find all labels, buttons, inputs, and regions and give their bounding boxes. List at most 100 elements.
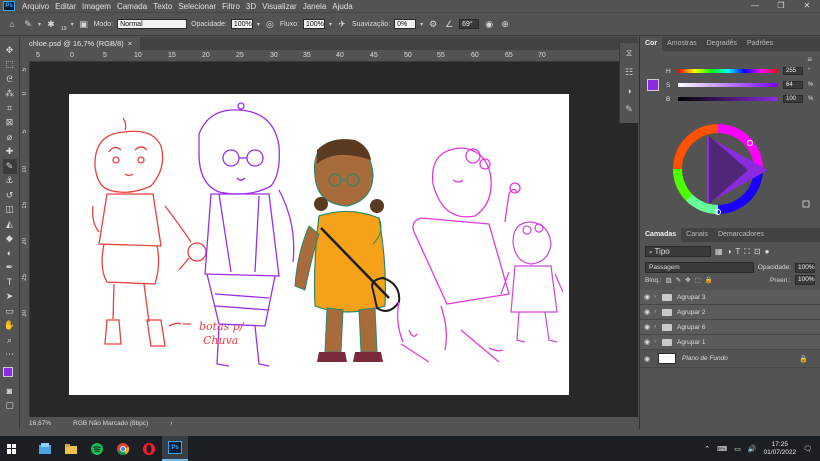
tab-cor[interactable]: Cor	[640, 37, 663, 51]
tab-camadas[interactable]: Camadas	[640, 228, 682, 242]
type-tool-icon[interactable]: T	[3, 275, 17, 290]
properties-panel-icon[interactable]: ☷	[625, 67, 633, 78]
fill-field[interactable]: 100%	[795, 275, 815, 285]
filter-adjustment-icon[interactable]: ◑	[727, 247, 732, 256]
foreground-color[interactable]	[2, 367, 13, 377]
layer-background-row[interactable]: ◉ Plano de Fundo 🔒	[640, 350, 820, 368]
brush-settings-icon[interactable]: ▣	[78, 18, 90, 30]
status-arrow-icon[interactable]: ›	[170, 420, 172, 427]
dodge-tool-icon[interactable]: ◐	[3, 246, 17, 261]
minimize-button[interactable]: —	[742, 0, 768, 12]
opacity-field[interactable]: 100%	[230, 19, 253, 29]
tab-demarcadores[interactable]: Demarcadores	[713, 228, 769, 242]
canvas-workspace[interactable]: botas p/ Chuva	[30, 62, 638, 417]
document-tab[interactable]: chloe.psd @ 16,7% (RGB/8) ×	[21, 37, 141, 50]
brush-icon[interactable]: ✎	[22, 18, 34, 30]
chevron-right-icon[interactable]: ›	[654, 324, 662, 330]
tab-amostras[interactable]: Amostras	[662, 37, 702, 51]
chevron-down-icon[interactable]: ▾	[329, 21, 332, 28]
frame-tool-icon[interactable]: ⊠	[3, 116, 17, 131]
lock-pixels-icon[interactable]: ▨	[666, 276, 672, 284]
panel-menu-icon[interactable]: ≡	[807, 55, 812, 64]
menu-janela[interactable]: Janela	[300, 2, 330, 11]
zoom-tool-icon[interactable]: ⌕	[3, 333, 17, 348]
taskbar-file-explorer-icon[interactable]	[32, 436, 58, 461]
color-wheel[interactable]	[640, 109, 820, 229]
paint-bucket-tool-icon[interactable]: ◭	[3, 217, 17, 232]
more-tools-icon[interactable]: ⋯	[3, 348, 17, 363]
screen-mode-icon[interactable]: ▢	[3, 399, 17, 414]
visibility-eye-icon[interactable]: ◉	[640, 308, 654, 316]
saturation-value[interactable]: 64	[783, 81, 803, 89]
filter-toggle-icon[interactable]: ●	[765, 247, 770, 256]
color-foreground-swatch[interactable]	[647, 79, 659, 91]
flow-field[interactable]: 100%	[302, 19, 325, 29]
tray-volume-icon[interactable]: 🔊	[748, 445, 757, 453]
angle-field[interactable]: 69°	[459, 19, 480, 29]
magic-wand-tool-icon[interactable]: ⁂	[3, 87, 17, 102]
visibility-eye-icon[interactable]: ◉	[640, 293, 654, 301]
menu-editar[interactable]: Editar	[52, 2, 79, 11]
healing-brush-tool-icon[interactable]: ✚	[3, 145, 17, 160]
layer-group-row[interactable]: ◉ › Agrupar 1	[640, 335, 820, 350]
smoothing-options-icon[interactable]: ⚙	[427, 18, 439, 30]
menu-ajuda[interactable]: Ajuda	[329, 2, 355, 11]
tray-chevron-up-icon[interactable]: ⌃	[704, 445, 710, 453]
menu-imagem[interactable]: Imagem	[79, 2, 114, 11]
chevron-down-icon[interactable]: ▾	[38, 21, 41, 28]
zoom-level[interactable]: 16,67%	[29, 420, 51, 427]
pressure-size-icon[interactable]: ◉	[483, 18, 495, 30]
tab-canais[interactable]: Canais	[681, 228, 713, 242]
mode-select[interactable]: Normal	[117, 19, 188, 29]
lock-icon[interactable]: 🔒	[799, 355, 808, 363]
layer-group-row[interactable]: ◉ › Agrupar 6	[640, 320, 820, 335]
visibility-eye-icon[interactable]: ◉	[640, 338, 654, 346]
layer-filter-select[interactable]: ⌕ Tipo	[645, 246, 711, 257]
brush-panel-icon[interactable]: ✎	[625, 104, 633, 115]
tab-padroes[interactable]: Padrões	[742, 37, 778, 51]
taskbar-folder-icon[interactable]	[58, 436, 84, 461]
taskbar-opera-icon[interactable]	[136, 436, 162, 461]
adjustments-panel-icon[interactable]: ◑	[626, 86, 631, 96]
blend-mode-select[interactable]: Passagem	[645, 262, 754, 273]
hue-value[interactable]: 255	[783, 67, 803, 75]
eyedropper-tool-icon[interactable]: ⌀	[3, 130, 17, 145]
filter-pixel-icon[interactable]: ▦	[715, 247, 723, 256]
tray-keyboard-icon[interactable]: ⌨	[717, 445, 727, 453]
saturation-slider[interactable]	[678, 83, 778, 87]
clone-stamp-tool-icon[interactable]: ⚓	[3, 174, 17, 189]
color-swatches[interactable]	[2, 366, 18, 384]
marquee-tool-icon[interactable]: ⬚	[3, 58, 17, 73]
start-button[interactable]	[0, 436, 24, 461]
eraser-tool-icon[interactable]: ◫	[3, 203, 17, 218]
filter-type-icon[interactable]: T	[735, 247, 740, 256]
menu-selecionar[interactable]: Selecionar	[175, 2, 219, 11]
brightness-value[interactable]: 100	[783, 95, 803, 103]
airbrush-icon[interactable]: ✈	[336, 18, 348, 30]
history-brush-tool-icon[interactable]: ↺	[3, 188, 17, 203]
history-panel-icon[interactable]: ⧖	[626, 48, 632, 59]
taskbar-photoshop-icon[interactable]: Ps	[162, 436, 188, 461]
chevron-down-icon[interactable]: ▾	[257, 21, 260, 28]
lock-paint-icon[interactable]: ✎	[676, 276, 681, 284]
menu-arquivo[interactable]: Arquivo	[19, 2, 52, 11]
smoothing-field[interactable]: 0%	[394, 19, 417, 29]
hue-slider[interactable]	[678, 69, 778, 73]
lock-all-icon[interactable]: 🔒	[705, 276, 713, 284]
pressure-opacity-icon[interactable]: ◎	[264, 18, 276, 30]
layer-group-row[interactable]: ◉ › Agrupar 3	[640, 290, 820, 305]
brightness-slider[interactable]	[678, 97, 778, 101]
path-selection-tool-icon[interactable]: ➤	[3, 290, 17, 305]
taskbar-chrome-icon[interactable]	[110, 436, 136, 461]
clock[interactable]: 17:25 01/07/2022	[764, 441, 797, 457]
chevron-right-icon[interactable]: ›	[654, 339, 662, 345]
tab-degrades[interactable]: Degradês	[702, 37, 742, 51]
visibility-eye-icon[interactable]: ◉	[640, 323, 654, 331]
filter-smart-object-icon[interactable]: ⊡	[754, 247, 761, 256]
symmetry-icon[interactable]: ⊕	[499, 18, 511, 30]
hand-tool-icon[interactable]: ✋	[3, 319, 17, 334]
move-tool-icon[interactable]: ✥	[3, 43, 17, 58]
quick-mask-icon[interactable]: ◙	[3, 384, 17, 399]
menu-filtro[interactable]: Filtro	[219, 2, 243, 11]
close-button[interactable]: ✕	[794, 0, 820, 12]
